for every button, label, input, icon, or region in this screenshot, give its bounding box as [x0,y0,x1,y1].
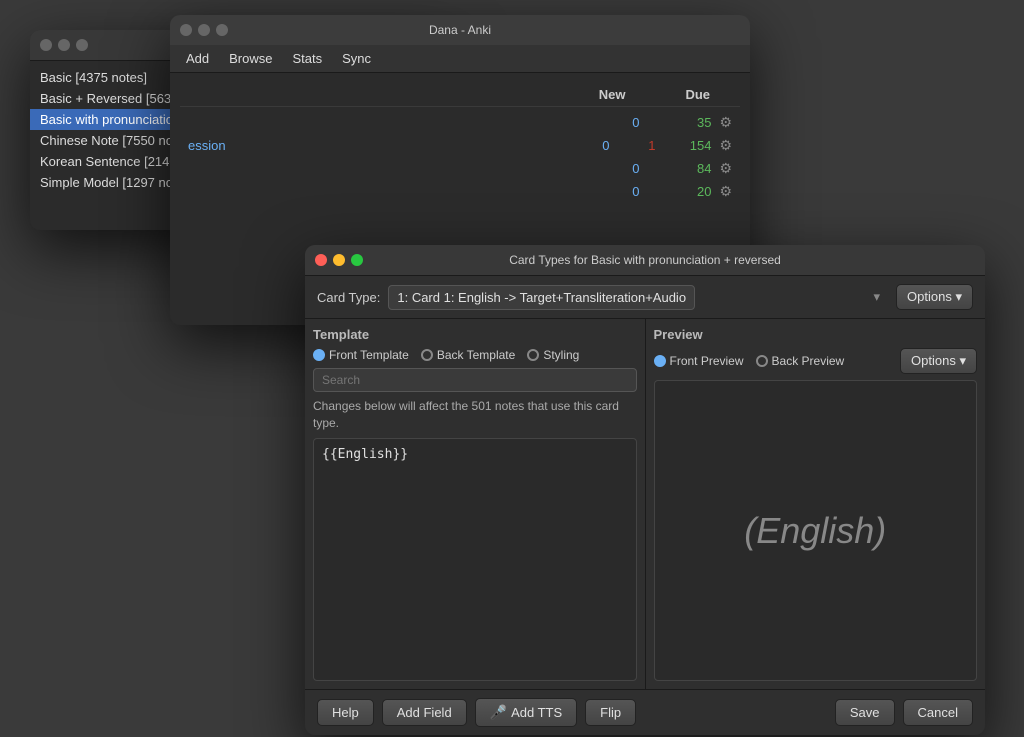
radio-dot-styling [527,349,539,361]
template-content: {{English}} [322,447,408,462]
search-input[interactable] [313,368,637,392]
deck-due: 84 [659,161,719,176]
anki-maximize-button[interactable] [216,24,228,36]
card-type-label: Card Type: [317,290,380,305]
chevron-down-icon: ▾ [874,289,881,305]
back-template-label: Back Template [437,348,516,362]
anki-minimize-button[interactable] [198,24,210,36]
add-field-button[interactable]: Add Field [382,699,467,726]
radio-dot-front-preview [654,355,666,367]
preview-panel-header: Preview [654,327,978,342]
close-button[interactable] [315,254,327,266]
styling-radio[interactable]: Styling [527,348,579,362]
card-types-window: Card Types for Basic with pronunciation … [305,245,985,735]
deck-new: 0 [599,161,659,176]
table-row: 0 35 ⚙ [180,111,740,134]
save-button[interactable]: Save [835,699,895,726]
header-due: Due [685,87,710,102]
add-tts-button[interactable]: 🎤 Add TTS [475,698,578,727]
card-type-dropdown-wrapper: 1: Card 1: English -> Target+Translitera… [388,285,888,310]
preview-options-button[interactable]: Options ▾ [900,348,977,374]
radio-dot-front [313,349,325,361]
anki-title: Dana - Anki [429,23,491,37]
preview-radio-group: Front Preview Back Preview Options ▾ [654,348,978,374]
card-type-selector: Card Type: 1: Card 1: English -> Target+… [305,276,985,319]
preview-content: (English) [654,380,978,681]
front-preview-label: Front Preview [670,354,744,368]
gear-icon[interactable]: ⚙ [719,160,732,177]
card-types-titlebar: Card Types for Basic with pronunciation … [305,245,985,276]
template-panel-header: Template [313,327,637,342]
card-types-content: Template Front Template Back Template St… [305,319,985,689]
card-type-dropdown[interactable]: 1: Card 1: English -> Target+Translitera… [388,285,695,310]
gear-icon[interactable]: ⚙ [719,137,732,154]
help-button[interactable]: Help [317,699,374,726]
traffic-lights [40,39,88,51]
anki-titlebar: Dana - Anki [170,15,750,45]
header-new: New [599,87,626,102]
deck-due: 20 [659,184,719,199]
minimize-button[interactable] [58,39,70,51]
card-types-footer: Help Add Field 🎤 Add TTS Flip Save Cance… [305,689,985,735]
template-notice: Changes below will affect the 501 notes … [313,398,637,432]
radio-dot-back [421,349,433,361]
table-row: 0 84 ⚙ [180,157,740,180]
deck-new: 0 [569,138,629,153]
add-tts-label: Add TTS [511,705,562,720]
radio-dot-back-preview [756,355,768,367]
deck-new: 0 [599,184,659,199]
deck-new: 0 [599,115,659,130]
gear-icon[interactable]: ⚙ [719,183,732,200]
front-preview-radio[interactable]: Front Preview [654,354,744,368]
cancel-button[interactable]: Cancel [903,699,973,726]
back-preview-radio[interactable]: Back Preview [756,354,845,368]
table-row: ession 0 1 154 ⚙ [180,134,740,157]
preview-text: (English) [744,510,886,552]
back-preview-label: Back Preview [772,354,845,368]
menu-stats[interactable]: Stats [293,51,323,66]
menu-sync[interactable]: Sync [342,51,371,66]
options-button[interactable]: Options ▾ [896,284,973,310]
tts-icon: 🎤 [490,704,507,721]
minimize-button[interactable] [333,254,345,266]
deck-header: New Due [180,83,740,107]
preview-panel: Preview Front Preview Back Preview Optio… [646,319,986,689]
card-types-title: Card Types for Basic with pronunciation … [509,253,781,267]
anki-close-button[interactable] [180,24,192,36]
close-button[interactable] [40,39,52,51]
front-template-radio[interactable]: Front Template [313,348,409,362]
gear-icon[interactable]: ⚙ [719,114,732,131]
deck-due: 35 [659,115,719,130]
template-radio-group: Front Template Back Template Styling [313,348,637,362]
card-types-traffic-lights [315,254,363,266]
deck-due-red: 1 [629,138,659,153]
table-row: 0 20 ⚙ [180,180,740,203]
styling-label: Styling [543,348,579,362]
menu-add[interactable]: Add [186,51,209,66]
anki-menubar: Add Browse Stats Sync [170,45,750,73]
deck-table: New Due 0 35 ⚙ ession 0 1 154 ⚙ 0 84 ⚙ 0… [170,73,750,213]
template-editor[interactable]: {{English}} [313,438,637,681]
maximize-button[interactable] [351,254,363,266]
deck-name[interactable]: ession [188,138,569,153]
maximize-button[interactable] [76,39,88,51]
anki-traffic-lights [180,24,228,36]
front-template-label: Front Template [329,348,409,362]
template-panel: Template Front Template Back Template St… [305,319,646,689]
flip-button[interactable]: Flip [585,699,636,726]
menu-browse[interactable]: Browse [229,51,272,66]
deck-due: 154 [659,138,719,153]
back-template-radio[interactable]: Back Template [421,348,516,362]
